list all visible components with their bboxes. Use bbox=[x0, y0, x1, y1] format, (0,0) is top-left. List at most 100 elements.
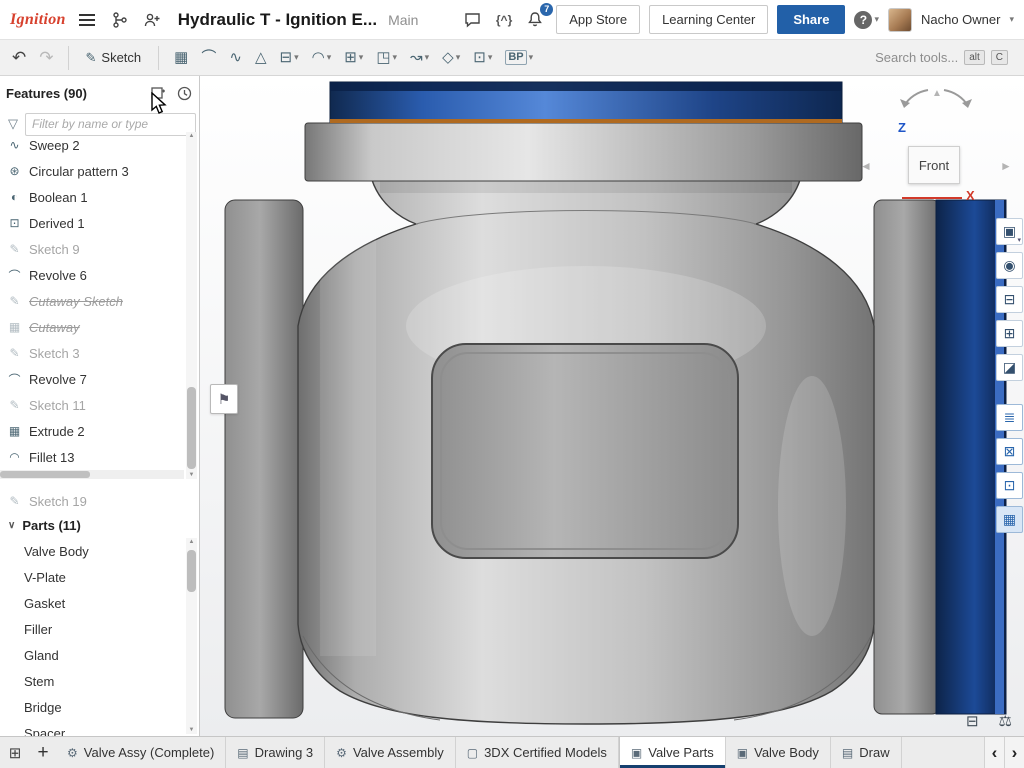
document-tab[interactable]: ▢3DX Certified Models bbox=[456, 737, 619, 768]
body-pocket-face[interactable] bbox=[432, 344, 738, 558]
appearance-panel-icon[interactable]: ⊠ bbox=[996, 438, 1023, 465]
top-flange-part[interactable] bbox=[305, 123, 862, 181]
app-store-button[interactable]: App Store bbox=[556, 5, 640, 34]
tabs-scroll-left[interactable]: ‹ bbox=[984, 737, 1004, 768]
features-title[interactable]: Features (90) bbox=[6, 86, 87, 101]
document-tab[interactable]: ▣Valve Parts bbox=[619, 737, 726, 768]
scroll-down-icon[interactable]: ▼ bbox=[186, 472, 197, 478]
rotate-left-icon[interactable]: ◄ bbox=[860, 160, 872, 172]
feature-item[interactable]: ⊡Derived 1 bbox=[0, 210, 184, 236]
scroll-up-icon[interactable]: ▲ bbox=[186, 539, 197, 545]
chevron-down-icon[interactable]: ▾ bbox=[425, 53, 430, 62]
feature-item[interactable]: ⌒Revolve 7 bbox=[0, 366, 184, 392]
section-view-icon[interactable]: ◪ bbox=[996, 354, 1023, 381]
vscrollbar-thumb[interactable] bbox=[187, 387, 196, 469]
print-icon[interactable]: ⊟ bbox=[966, 712, 979, 730]
gasket-part[interactable] bbox=[330, 119, 842, 123]
parts-vscrollbar[interactable]: ▲ ▼ bbox=[186, 538, 197, 734]
part-item[interactable]: V-Plate bbox=[0, 564, 184, 590]
user-menu[interactable]: Nacho Owner bbox=[921, 12, 1000, 27]
sweep-tool[interactable]: ∿ bbox=[224, 47, 247, 68]
document-title[interactable]: Hydraulic T - Ignition E... bbox=[178, 10, 377, 30]
versions-tree-icon[interactable] bbox=[108, 8, 132, 32]
features-hscrollbar[interactable] bbox=[0, 470, 184, 479]
search-tools[interactable]: Search tools... alt C bbox=[875, 50, 1016, 65]
part-item[interactable]: Spacer bbox=[0, 720, 184, 736]
mass-properties-icon[interactable]: ⚖ bbox=[999, 712, 1012, 730]
part-item[interactable]: Gland bbox=[0, 642, 184, 668]
front-view-button[interactable]: Front bbox=[908, 146, 960, 184]
history-icon[interactable] bbox=[175, 84, 193, 102]
document-tab[interactable]: ▤Draw bbox=[831, 737, 902, 768]
feature-item[interactable]: ⌒Revolve 6 bbox=[0, 262, 184, 288]
document-tab[interactable]: ▣Valve Body bbox=[726, 737, 831, 768]
chevron-down-icon[interactable]: ▾ bbox=[529, 53, 534, 62]
search-tools-placeholder[interactable]: Search tools... bbox=[875, 50, 958, 65]
feature-item[interactable]: ✎Sketch 11 bbox=[0, 392, 184, 418]
configurations-icon[interactable]: ⊡ bbox=[996, 472, 1023, 499]
chevron-expanded-icon[interactable]: ∨ bbox=[8, 520, 15, 531]
help-menu[interactable]: ? ▾ bbox=[854, 11, 879, 29]
feature-item[interactable]: ▦Extrude 2 bbox=[0, 418, 184, 444]
rotate-up-icon[interactable]: ▲ bbox=[932, 89, 942, 99]
shell-tool[interactable]: ◳▾ bbox=[371, 47, 402, 68]
loft-tool[interactable]: △ bbox=[250, 47, 272, 68]
chevron-down-icon[interactable]: ▾ bbox=[1017, 236, 1021, 244]
chevron-down-icon[interactable]: ▾ bbox=[393, 53, 398, 62]
versions-panel-icon[interactable]: ▦ bbox=[996, 506, 1023, 533]
extrude-tool[interactable]: ▦ bbox=[169, 47, 193, 68]
features-vscrollbar[interactable]: ▲ ▼ bbox=[186, 132, 197, 479]
undo-icon[interactable]: ↶ bbox=[8, 49, 30, 66]
spline-tool[interactable]: ↝▾ bbox=[405, 47, 434, 68]
sketch-button[interactable]: ✎ Sketch bbox=[79, 46, 149, 70]
document-tab[interactable]: ▤Drawing 3 bbox=[226, 737, 325, 768]
named-views-icon[interactable]: ≣ bbox=[996, 404, 1023, 431]
featurescript-icon[interactable]: {^} bbox=[494, 8, 514, 32]
ignition-logo[interactable]: Ignition bbox=[10, 11, 66, 29]
chevron-down-icon[interactable]: ▾ bbox=[327, 53, 332, 62]
part-item[interactable]: Stem bbox=[0, 668, 184, 694]
feature-item[interactable]: ✎Cutaway Sketch bbox=[0, 288, 184, 314]
rotate-right-icon[interactable]: ► bbox=[1000, 160, 1012, 172]
scroll-up-icon[interactable]: ▲ bbox=[186, 133, 197, 139]
feature-item[interactable]: ◠Fillet 13 bbox=[0, 444, 184, 470]
share-button[interactable]: Share bbox=[777, 5, 845, 34]
new-tab-button[interactable]: + bbox=[30, 737, 56, 768]
chevron-down-icon[interactable]: ▾ bbox=[456, 53, 461, 62]
display-states-icon[interactable]: ⊟ bbox=[996, 286, 1023, 313]
feature-item[interactable]: ◐Boolean 1 bbox=[0, 184, 184, 210]
feature-item[interactable]: ▦Cutaway bbox=[0, 314, 184, 340]
hamburger-menu-icon[interactable] bbox=[75, 8, 99, 32]
parts-section-header[interactable]: ∨ Parts (11) bbox=[0, 512, 185, 538]
notifications-bell-icon[interactable]: 7 bbox=[523, 8, 547, 32]
workspace-label[interactable]: Main bbox=[388, 12, 418, 28]
insert-dialog-icon[interactable] bbox=[149, 84, 167, 102]
fillet-tool[interactable]: ◠▾ bbox=[307, 47, 337, 68]
part-item[interactable]: Filler bbox=[0, 616, 184, 642]
document-tab[interactable]: ⚙Valve Assy (Complete) bbox=[56, 737, 226, 768]
hscrollbar-thumb[interactable] bbox=[0, 471, 90, 478]
transform-tool[interactable]: ⊡▾ bbox=[468, 47, 497, 68]
left-flange-face[interactable] bbox=[225, 200, 303, 718]
exploded-view-icon[interactable]: ⊞ bbox=[996, 320, 1023, 347]
tab-manager-icon[interactable]: ⊞ bbox=[0, 737, 30, 768]
user-avatar[interactable] bbox=[888, 8, 912, 32]
chevron-down-icon[interactable]: ▾ bbox=[294, 53, 299, 62]
document-tab[interactable]: ⚙Valve Assembly bbox=[325, 737, 456, 768]
filter-icon[interactable]: ▽ bbox=[8, 116, 18, 132]
chevron-down-icon[interactable]: ▾ bbox=[359, 53, 364, 62]
feature-item[interactable]: ∿Sweep 2 bbox=[0, 132, 184, 158]
learning-center-button[interactable]: Learning Center bbox=[649, 5, 768, 34]
shaded-view-icon[interactable]: ◉ bbox=[996, 252, 1023, 279]
help-icon[interactable]: ? bbox=[854, 11, 872, 29]
view-orientation-widget[interactable]: ▲ ◄ ► Z Front X bbox=[850, 84, 1022, 218]
scroll-down-icon[interactable]: ▼ bbox=[186, 727, 197, 733]
share-user-icon[interactable] bbox=[141, 8, 165, 32]
comment-icon[interactable] bbox=[461, 8, 485, 32]
part-item[interactable]: Gasket bbox=[0, 590, 184, 616]
feature-item[interactable]: ✎Sketch 9 bbox=[0, 236, 184, 262]
model-viewport[interactable]: ▲ ◄ ► Z Front X ▣▾◉⊟⊞◪≣⊠⊡▦ ⚑ ⊟⚖ bbox=[200, 76, 1024, 736]
view-cube-button[interactable]: ▣▾ bbox=[996, 218, 1023, 245]
thicken-tool[interactable]: ⊟▾ bbox=[274, 47, 303, 68]
revolve-tool[interactable]: ⌒ bbox=[196, 47, 221, 68]
